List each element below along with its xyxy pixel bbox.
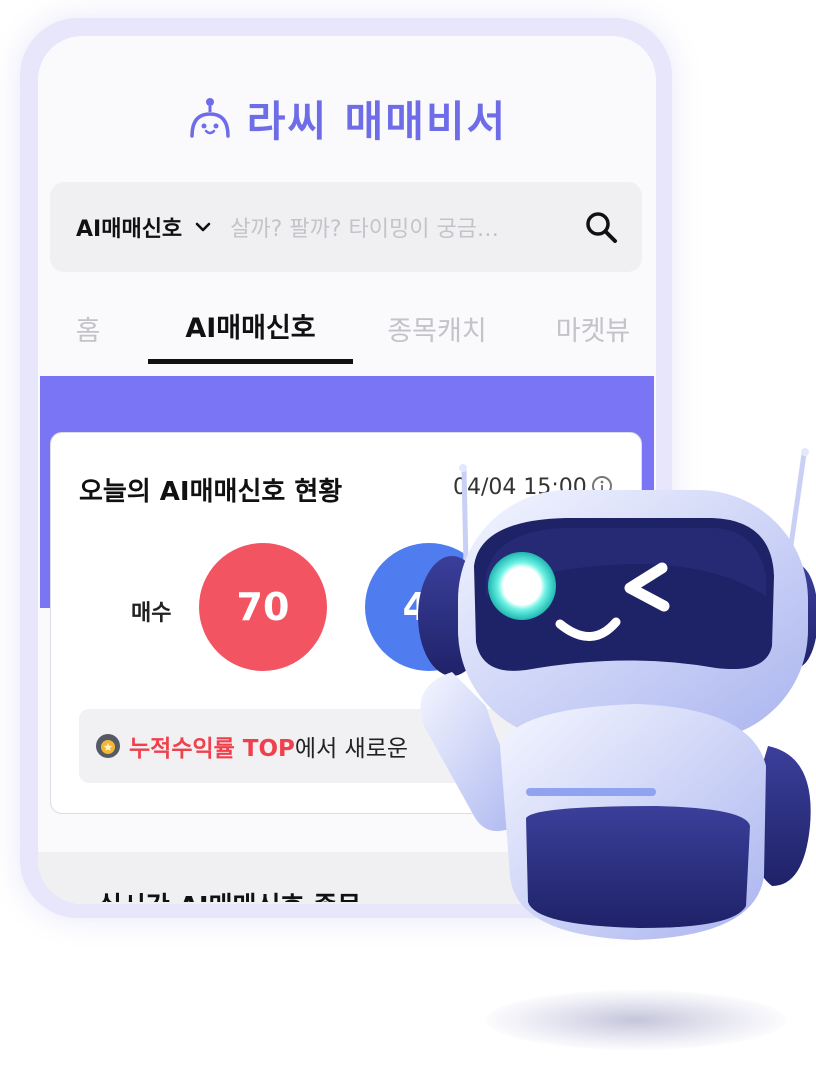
buy-count-badge[interactable]: 70 [199, 543, 327, 671]
search-category-select[interactable]: AI매매신호 [76, 211, 182, 243]
robot-head-icon [190, 97, 230, 138]
tab-market-view[interactable]: 마켓뷰 [550, 292, 636, 364]
tab-bar: 홈 AI매매신호 종목캐치 마켓뷰 [38, 292, 656, 372]
robot-mascot-illustration [418, 448, 816, 940]
tab-stock-catch[interactable]: 종목캐치 [382, 292, 492, 364]
tab-home[interactable]: 홈 [68, 292, 108, 364]
search-icon[interactable] [584, 210, 618, 244]
medal-icon [96, 734, 120, 758]
search-bar[interactable]: AI매매신호 살까? 팔까? 타이밍이 궁금… [50, 182, 642, 272]
app-title: 라씨 매매비서 [246, 97, 508, 146]
notice-text: 에서 새로운 [294, 736, 409, 762]
chevron-down-icon[interactable] [194, 218, 212, 236]
section-title: 실시간 AI매매신호 종목 [98, 886, 361, 902]
tab-ai-signal[interactable]: AI매매신호 [148, 292, 353, 364]
search-input[interactable]: 살까? 팔까? 타이밍이 궁금… [230, 211, 574, 243]
app-header: 라씨 매매비서 [38, 88, 656, 149]
robot-shadow [486, 990, 786, 1050]
card-title: 오늘의 AI매매신호 현황 [79, 477, 343, 507]
notice-highlight-text: 누적수익률 TOP [129, 736, 295, 762]
buy-label: 매수 [131, 601, 172, 626]
